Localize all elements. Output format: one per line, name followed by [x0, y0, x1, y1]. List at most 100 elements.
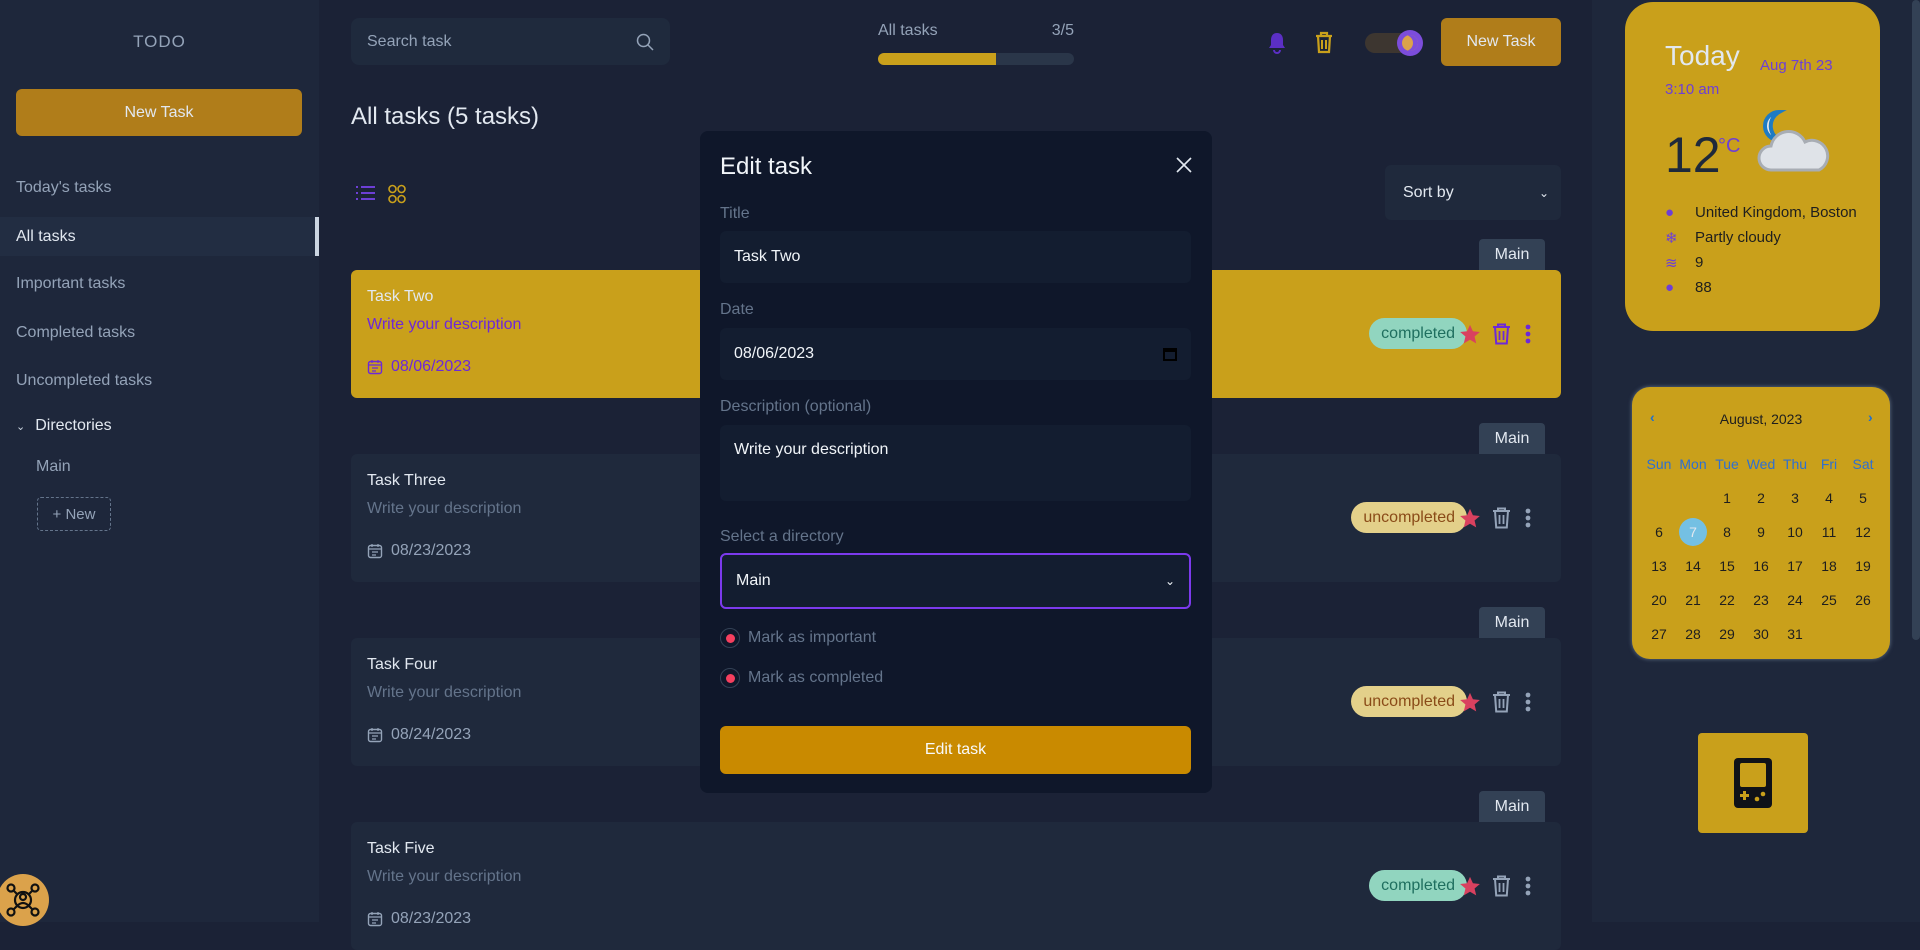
task-description: Write your description: [367, 684, 522, 701]
chevron-down-icon: ⌄: [16, 420, 26, 433]
sidebar-item-uncompleted[interactable]: Uncompleted tasks: [0, 361, 319, 400]
calendar-day[interactable]: 27: [1642, 617, 1676, 651]
network-avatar-icon[interactable]: [0, 874, 49, 926]
mark-important-checkbox[interactable]: Mark as important: [720, 628, 876, 648]
title-input[interactable]: Task Two: [720, 231, 1191, 283]
sidebar-item-important[interactable]: Important tasks: [0, 264, 319, 303]
status-badge[interactable]: uncompleted: [1351, 502, 1467, 533]
sidebar-item-completed[interactable]: Completed tasks: [0, 313, 319, 352]
date-value: 08/06/2023: [734, 345, 815, 362]
sort-select[interactable]: Sort by ⌄: [1385, 165, 1561, 220]
search-input[interactable]: Search task: [351, 18, 670, 65]
new-directory-button[interactable]: + New: [37, 497, 111, 531]
calendar-day[interactable]: 8: [1710, 515, 1744, 549]
calendar-day[interactable]: 23: [1744, 583, 1778, 617]
partly-cloudy-night-icon: [1757, 110, 1830, 172]
calendar-day[interactable]: 15: [1710, 549, 1744, 583]
location-pin-icon: ●: [1665, 204, 1675, 221]
calendar-day[interactable]: 26: [1846, 583, 1880, 617]
sidebar-item-today[interactable]: Today's tasks: [0, 168, 319, 207]
status-badge[interactable]: uncompleted: [1351, 686, 1467, 717]
calendar-day[interactable]: 17: [1778, 549, 1812, 583]
directory-tag[interactable]: Main: [1479, 239, 1545, 270]
close-icon[interactable]: [1176, 157, 1192, 173]
date-input[interactable]: 08/06/2023: [720, 328, 1191, 380]
task-date: 08/06/2023: [367, 358, 471, 376]
calendar-day[interactable]: 2: [1744, 481, 1778, 515]
trash-all-icon[interactable]: [1314, 31, 1334, 54]
task-status: completed: [1369, 870, 1467, 901]
calendar-day[interactable]: 24: [1778, 583, 1812, 617]
edit-task-submit-button[interactable]: Edit task: [720, 726, 1191, 774]
task-status: uncompleted: [1351, 686, 1467, 717]
calendar-day[interactable]: 21: [1676, 583, 1710, 617]
calendar-day[interactable]: 18: [1812, 549, 1846, 583]
more-options-icon[interactable]: [1525, 508, 1531, 528]
more-options-icon[interactable]: [1525, 876, 1531, 896]
calendar-day[interactable]: 30: [1744, 617, 1778, 651]
more-options-icon[interactable]: [1525, 692, 1531, 712]
calendar-day[interactable]: 12: [1846, 515, 1880, 549]
star-icon[interactable]: [1459, 508, 1481, 529]
more-options-icon[interactable]: [1525, 324, 1531, 344]
calendar-day[interactable]: 28: [1676, 617, 1710, 651]
description-textarea[interactable]: Write your description: [720, 425, 1191, 501]
calendar-icon: [367, 544, 383, 559]
directory-tag[interactable]: Main: [1479, 607, 1545, 638]
list-view-icon[interactable]: [356, 185, 376, 201]
weather-date: Aug 7th 23: [1760, 57, 1833, 74]
calendar-day[interactable]: 14: [1676, 549, 1710, 583]
calendar-day[interactable]: 13: [1642, 549, 1676, 583]
trash-icon[interactable]: [1492, 323, 1511, 345]
sidebar-new-task-button[interactable]: New Task: [16, 89, 302, 136]
mark-completed-checkbox[interactable]: Mark as completed: [720, 668, 883, 688]
calendar-day[interactable]: 11: [1812, 515, 1846, 549]
modal-title: Edit task: [720, 153, 813, 180]
directory-tag[interactable]: Main: [1479, 423, 1545, 454]
trash-icon[interactable]: [1492, 691, 1511, 713]
calendar-day[interactable]: 25: [1812, 583, 1846, 617]
task-date-value: 08/23/2023: [391, 910, 472, 927]
directory-select[interactable]: Main ⌄: [720, 553, 1191, 609]
search-icon[interactable]: [636, 33, 654, 51]
calendar-icon[interactable]: [1163, 347, 1177, 361]
calendar-day[interactable]: 19: [1846, 549, 1880, 583]
calendar-day[interactable]: 4: [1812, 481, 1846, 515]
star-icon[interactable]: [1459, 876, 1481, 897]
calendar-day[interactable]: 1: [1710, 481, 1744, 515]
directories-toggle[interactable]: ⌄ Directories: [16, 417, 112, 435]
star-icon[interactable]: [1459, 324, 1481, 345]
trash-icon[interactable]: [1492, 507, 1511, 529]
sidebar-item-all[interactable]: All tasks: [0, 217, 319, 256]
directory-tag[interactable]: Main: [1479, 791, 1545, 822]
calendar-day[interactable]: 10: [1778, 515, 1812, 549]
status-badge[interactable]: completed: [1369, 318, 1467, 349]
calendar-day[interactable]: 16: [1744, 549, 1778, 583]
directory-item-main[interactable]: Main: [36, 458, 71, 476]
mark-important-label: Mark as important: [748, 629, 877, 646]
date-label: Date: [720, 301, 754, 318]
status-badge[interactable]: completed: [1369, 870, 1467, 901]
weather-temperature: 12: [1665, 127, 1721, 183]
calendar-day[interactable]: 22: [1710, 583, 1744, 617]
star-icon[interactable]: [1459, 692, 1481, 713]
next-month-icon[interactable]: ›: [1868, 409, 1873, 425]
calendar-day[interactable]: 5: [1846, 481, 1880, 515]
scrollbar[interactable]: [1912, 0, 1920, 640]
bell-icon[interactable]: [1266, 31, 1288, 55]
calendar-day[interactable]: 6: [1642, 515, 1676, 549]
task-date-value: 08/06/2023: [391, 358, 472, 375]
weekday-label: Tue: [1715, 456, 1739, 472]
calendar-day[interactable]: 3: [1778, 481, 1812, 515]
calendar-day[interactable]: 31: [1778, 617, 1812, 651]
theme-toggle[interactable]: [1365, 30, 1423, 56]
task-card[interactable]: Task Five Write your description 08/23/2…: [351, 822, 1561, 950]
header-new-task-button[interactable]: New Task: [1441, 18, 1561, 66]
calendar-day[interactable]: 7: [1679, 518, 1707, 546]
trash-icon[interactable]: [1492, 875, 1511, 897]
game-button[interactable]: [1698, 733, 1808, 833]
calendar-day[interactable]: 20: [1642, 583, 1676, 617]
calendar-day[interactable]: 9: [1744, 515, 1778, 549]
calendar-day[interactable]: 29: [1710, 617, 1744, 651]
grid-view-icon[interactable]: [388, 184, 406, 204]
